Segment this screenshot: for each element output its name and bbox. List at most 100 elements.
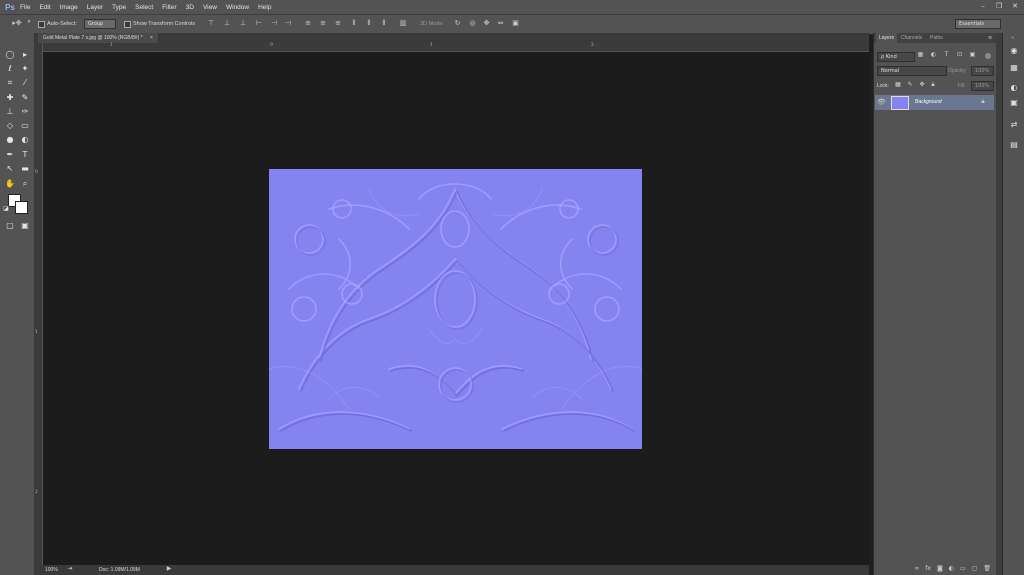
move-icon[interactable]: ▸ (19, 49, 31, 61)
trash-icon[interactable]: 🗑︎ (983, 565, 991, 572)
lock-paint-icon[interactable]: ✎ (906, 81, 914, 88)
3d-rotate-icon[interactable]: ↻ (452, 19, 463, 27)
fill-input[interactable]: 100% (971, 81, 994, 91)
eye-visibility-icon[interactable]: 👁︎ (877, 98, 886, 106)
menu-image[interactable]: Image (60, 4, 78, 11)
default-colors-icon[interactable]: ◪ (2, 205, 10, 213)
link-icon[interactable]: ∞ (914, 565, 919, 572)
chevron-down-icon[interactable]: ▾ (26, 19, 32, 25)
rectangle-icon[interactable]: ▬ (19, 163, 31, 175)
screen-mode-icon[interactable]: ▣ (19, 220, 31, 232)
styles-panel-icon[interactable]: ▣ (1008, 97, 1020, 109)
properties-panel-icon[interactable]: ▤ (1008, 139, 1020, 151)
filter-type-icon[interactable]: T (942, 51, 951, 58)
brush-icon[interactable]: ✎ (19, 92, 31, 104)
3d-slide-icon[interactable]: ⇔ (495, 19, 506, 27)
distribute-left-icon[interactable]: ⫴ (349, 19, 359, 28)
mask-icon[interactable]: ◙ (937, 565, 943, 572)
gradient-icon[interactable]: ▭ (19, 120, 31, 132)
opacity-input[interactable]: 100% (971, 66, 994, 76)
auto-align-icon[interactable]: ▥ (398, 19, 408, 27)
new-layer-icon[interactable]: ▢ (972, 565, 978, 572)
close-tab-icon[interactable]: × (150, 35, 153, 41)
filter-shape-icon[interactable]: ⊡ (955, 51, 964, 58)
align-bottom-icon[interactable]: ⊥ (238, 19, 248, 27)
background-color-swatch[interactable] (15, 201, 28, 214)
auto-select-target-dropdown[interactable]: Group (84, 19, 116, 29)
horizontal-ruler[interactable]: 1 0 1 2 (42, 43, 869, 52)
move-tool-preset-icon[interactable]: ▸✥ (10, 19, 24, 27)
panel-menu-icon[interactable]: ≡ (988, 35, 992, 41)
dodge-icon[interactable]: ◐ (19, 134, 31, 146)
healing-icon[interactable]: ✚ (4, 92, 16, 104)
adjustments-panel-icon[interactable]: ◐ (1008, 82, 1020, 94)
export-icon[interactable]: ⇥ (65, 565, 75, 572)
zoom-icon[interactable]: ⌕ (19, 178, 31, 190)
vertical-ruler[interactable]: 0 1 2 (34, 43, 43, 565)
auto-select-checkbox[interactable] (38, 21, 45, 30)
lasso-icon[interactable]: ℓ (4, 63, 16, 75)
tab-layers[interactable]: Layers (876, 33, 898, 43)
align-vcenter-icon[interactable]: ⊥ (222, 19, 232, 27)
path-select-icon[interactable]: ↖ (4, 163, 16, 175)
layer-name[interactable]: Background (915, 99, 942, 105)
group-icon[interactable]: ▭ (960, 565, 966, 572)
show-transform-checkbox[interactable] (124, 21, 131, 30)
align-left-icon[interactable]: ⊢ (254, 19, 264, 27)
normal-map-image[interactable] (269, 169, 642, 449)
menu-file[interactable]: File (20, 4, 30, 11)
minimize-icon[interactable]: – (978, 2, 988, 11)
align-right-icon[interactable]: ⊣ (283, 19, 293, 27)
hand-icon[interactable]: ✋ (4, 178, 16, 190)
menu-select[interactable]: Select (135, 4, 153, 11)
filter-smart-icon[interactable]: ▣ (968, 51, 977, 58)
blur-icon[interactable]: ● (4, 134, 16, 146)
menu-window[interactable]: Window (226, 4, 249, 11)
tab-channels[interactable]: Channels (898, 33, 926, 43)
filter-pixel-icon[interactable]: ▦ (916, 51, 925, 58)
menu-3d[interactable]: 3D (186, 4, 194, 11)
align-top-icon[interactable]: ⊤ (206, 19, 216, 27)
stamp-icon[interactable]: ⊥ (4, 106, 16, 118)
blend-mode-dropdown[interactable]: Normal (877, 66, 947, 76)
adjustment-icon[interactable]: ◐ (949, 565, 954, 572)
eyedropper-icon[interactable]: ⁄ (19, 77, 31, 89)
filter-kind-dropdown[interactable]: ρ Kind (877, 52, 915, 62)
type-icon[interactable]: T (19, 149, 31, 161)
3d-roll-icon[interactable]: ◎ (467, 19, 478, 27)
color-panel-icon[interactable]: ◉ (1008, 45, 1020, 57)
magic-wand-icon[interactable]: ✦ (19, 63, 31, 75)
tab-paths[interactable]: Paths (927, 33, 946, 43)
lock-position-icon[interactable]: ✥ (918, 81, 926, 88)
lock-pixels-icon[interactable]: ▦ (894, 81, 902, 88)
close-icon[interactable]: ✕ (1010, 2, 1020, 11)
align-hcenter-icon[interactable]: ⊣ (269, 19, 279, 27)
play-arrow-icon[interactable]: ▶ (165, 565, 173, 572)
menu-filter[interactable]: Filter (162, 4, 176, 11)
distribute-top-icon[interactable]: ≡ (303, 19, 313, 27)
history-panel-icon[interactable]: ⇄ (1008, 119, 1020, 131)
menu-edit[interactable]: Edit (39, 4, 50, 11)
marquee-icon[interactable]: ◯ (4, 49, 16, 61)
layer-row-background[interactable]: 👁︎ Background 🔒︎ (875, 95, 994, 110)
lock-all-icon[interactable]: 🔒︎ (929, 81, 937, 89)
workspace-dropdown[interactable]: Essentials (955, 19, 1001, 29)
history-brush-icon[interactable]: ✑ (19, 106, 31, 118)
maximize-icon[interactable]: ❐ (994, 2, 1004, 11)
3d-pan-icon[interactable]: ✥ (481, 19, 492, 27)
swatches-panel-icon[interactable]: ▦ (1008, 62, 1020, 74)
menu-type[interactable]: Type (112, 4, 126, 11)
distribute-right-icon[interactable]: ⫴ (379, 19, 389, 28)
distribute-hcenter-icon[interactable]: ⫴ (364, 19, 374, 28)
zoom-level[interactable]: 100% (45, 567, 58, 573)
eraser-icon[interactable]: ◇ (4, 120, 16, 132)
distribute-bottom-icon[interactable]: ≡ (333, 19, 343, 27)
quick-mask-icon[interactable]: ▢ (4, 220, 16, 232)
filter-adjustment-icon[interactable]: ◐ (929, 51, 938, 58)
fx-icon[interactable]: fx (925, 565, 931, 572)
document-tab[interactable]: Gold Metal Plate 7 s.jpg @ 100% (RGB/8#)… (38, 33, 158, 43)
filter-toggle-icon[interactable] (985, 53, 991, 59)
collapse-icon[interactable]: « (1011, 35, 1014, 41)
menu-layer[interactable]: Layer (87, 4, 103, 11)
3d-scale-icon[interactable]: ▣ (510, 19, 521, 27)
